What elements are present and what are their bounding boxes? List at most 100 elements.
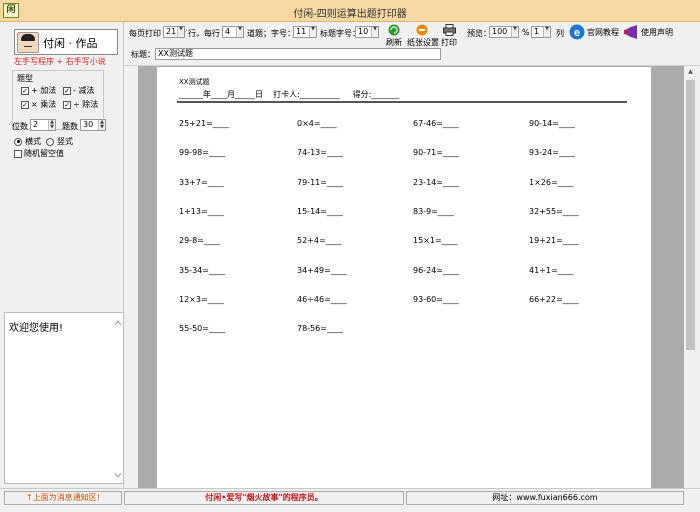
megaphone-icon <box>624 25 637 39</box>
paper-settings-button[interactable]: 纸张设置 <box>407 24 439 48</box>
chevron-down-icon: ▼ <box>511 27 518 37</box>
horizontal-radio[interactable]: 横式 <box>14 136 41 147</box>
problem-item: 0×4=____ <box>297 119 337 128</box>
status-notice: ↑上面为消息通知区! <box>4 491 122 505</box>
multiplication-checkbox[interactable]: ✓ × 乘法 <box>21 99 56 110</box>
problem-item: 78-56=____ <box>297 324 343 333</box>
problem-item: 83-9=____ <box>413 207 454 216</box>
subtraction-checkbox[interactable]: ✓ - 减法 <box>63 85 94 96</box>
svg-text:e: e <box>574 27 580 39</box>
scroll-thumb[interactable] <box>686 80 695 350</box>
problem-item: 35-34=____ <box>179 266 225 275</box>
title-input[interactable]: XX测试题 <box>155 48 441 60</box>
printer-icon <box>442 24 456 36</box>
preview-label: 预览： <box>467 29 491 38</box>
addition-checkbox[interactable]: ✓ + 加法 <box>21 85 56 96</box>
message-scrollbar[interactable] <box>113 313 123 483</box>
browser-e-icon: e <box>569 24 585 40</box>
radio-selected-icon <box>14 137 22 146</box>
problem-item: 12×3=____ <box>179 295 224 304</box>
per-row-select[interactable]: 4 ▼ <box>222 26 244 38</box>
window-title: 付闲-四则运算出题打印器 <box>293 9 407 20</box>
paper-info-line: ______年____月_____日 打卡人:__________ 得分:___… <box>179 90 400 99</box>
zoom-select[interactable]: 100 ▼ <box>489 26 519 38</box>
check-icon: ✓ <box>21 86 29 95</box>
refresh-icon <box>388 24 400 36</box>
problem-item: 46÷46=____ <box>297 295 347 304</box>
logo-brand: 付闲 · 作品 <box>43 37 98 50</box>
columns-label: 列 <box>556 29 564 38</box>
problem-item: 74-13=____ <box>297 148 343 157</box>
problem-item: 96-24=____ <box>413 266 459 275</box>
problem-item: 67-46=____ <box>413 119 459 128</box>
author-logo: 付闲 · 作品 <box>14 29 118 55</box>
problem-item: 29-8=____ <box>179 236 220 245</box>
check-icon: ✓ <box>63 86 71 95</box>
message-area[interactable]: 欢迎您使用! <box>4 312 124 484</box>
operation-group-label: 题型 <box>17 73 33 84</box>
problem-item: 1×26=____ <box>529 178 574 187</box>
chevron-down-icon: ▼ <box>309 27 316 37</box>
problem-item: 66+22=____ <box>529 295 579 304</box>
divider <box>177 101 627 103</box>
problem-item: 93-24=____ <box>529 148 575 157</box>
vertical-radio[interactable]: 竖式 <box>46 136 73 147</box>
zoom-unit: % <box>522 28 530 37</box>
refresh-button[interactable]: 刷新 <box>383 24 405 48</box>
radio-icon <box>46 137 54 146</box>
preview-scrollbar[interactable]: ▲ ▼ <box>684 66 697 498</box>
left-panel: 付闲 · 作品 左手写程序 + 右手写小说 题型 ✓ + 加法 ✓ - 减法 ✓ × … <box>0 22 124 488</box>
title-field-label: 标题： <box>131 50 155 59</box>
paper-sheet: XX测试题 ______年____月_____日 打卡人:__________ … <box>157 67 651 488</box>
spin-arrows-icon[interactable]: ▲ ▼ <box>98 120 105 130</box>
problem-item: 99-98=____ <box>179 148 225 157</box>
check-icon: ✓ <box>21 100 29 109</box>
print-button[interactable]: 打印 <box>439 24 459 48</box>
digits-spinner[interactable]: 2 ▲ ▼ <box>30 119 56 131</box>
division-checkbox[interactable]: ✓ ÷ 除法 <box>63 99 98 110</box>
problem-item: 34+49=____ <box>297 266 347 275</box>
problem-item: 1+13=____ <box>179 207 224 216</box>
problem-item: 55-50=____ <box>179 324 225 333</box>
title-bar: 闲 付闲-四则运算出题打印器 <box>0 0 700 22</box>
statement-button[interactable]: 使用声明 <box>623 24 675 40</box>
tutorial-button[interactable]: e 官网教程 <box>569 24 621 40</box>
problem-item: 25+21=____ <box>179 119 229 128</box>
problem-item: 23-14=____ <box>413 178 459 187</box>
problem-item: 15×1=____ <box>413 236 458 245</box>
check-icon: ✓ <box>63 100 71 109</box>
scroll-up-icon[interactable]: ▲ <box>684 66 697 78</box>
per-page-select[interactable]: 21 ▼ <box>163 26 185 38</box>
avatar <box>17 32 39 53</box>
print-preview: XX测试题 ______年____月_____日 打卡人:__________ … <box>138 66 684 488</box>
count-spinner[interactable]: 30 ▲ ▼ <box>80 119 106 131</box>
logo-slogan: 左手写程序 + 右手写小说 <box>14 57 106 66</box>
problem-item: 41÷1=____ <box>529 266 574 275</box>
chevron-down-icon: ▼ <box>236 27 243 37</box>
problem-item: 15-14=____ <box>297 207 343 216</box>
title-font-label: 标题字号： <box>320 29 360 38</box>
problem-item: 33+7=____ <box>179 178 224 187</box>
status-author: 付闲•爱写"烟火故事"的程序员。 <box>124 491 404 505</box>
problem-item: 52+4=____ <box>297 236 342 245</box>
chevron-down-icon: ▼ <box>371 27 378 37</box>
status-website[interactable]: 网址：www.fuxian666.com <box>406 491 684 505</box>
row-label: 行，每行 <box>188 29 220 38</box>
digits-label: 位数 <box>12 122 28 131</box>
problem-item: 79-11=____ <box>297 178 343 187</box>
problem-item: 93-60=____ <box>413 295 459 304</box>
per-page-label: 每页打印 <box>129 29 161 38</box>
random-blank-checkbox[interactable]: 随机留空值 <box>14 148 64 159</box>
problem-item: 90-14=____ <box>529 119 575 128</box>
problem-item: 90-71=____ <box>413 148 459 157</box>
count-label: 题数 <box>62 122 78 131</box>
paper-heading: XX测试题 <box>179 78 210 86</box>
chevron-down-icon: ▼ <box>177 27 184 37</box>
spin-arrows-icon[interactable]: ▲ ▼ <box>48 120 55 130</box>
problem-item: 19+21=____ <box>529 236 579 245</box>
font-size-select[interactable]: 11 ▼ <box>293 26 317 38</box>
problem-label: 道题；字号： <box>247 29 295 38</box>
checkbox-icon <box>14 149 22 158</box>
title-font-select[interactable]: 10 ▼ <box>355 26 379 38</box>
columns-select[interactable]: 1 ▼ <box>531 26 551 38</box>
